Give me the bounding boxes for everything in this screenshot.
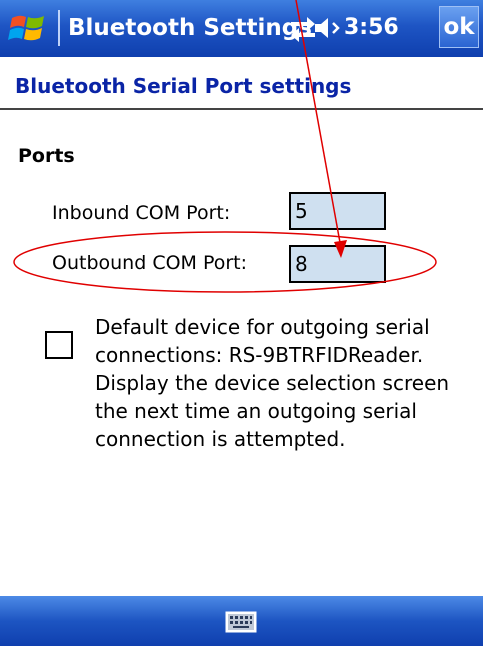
window-title: Bluetooth Settings xyxy=(68,15,312,41)
inbound-com-port-label: Inbound COM Port: xyxy=(52,202,231,224)
volume-icon[interactable] xyxy=(312,14,344,42)
default-device-description: Default device for outgoing serial conne… xyxy=(95,315,450,451)
ok-button[interactable]: ok xyxy=(439,6,479,48)
inbound-com-port-input[interactable]: 5 xyxy=(289,192,386,230)
heading-divider xyxy=(0,108,483,110)
outbound-com-port-input[interactable]: 8 xyxy=(289,245,386,283)
outbound-com-port-label: Outbound COM Port: xyxy=(52,252,248,274)
keyboard-icon[interactable] xyxy=(225,611,257,633)
title-bar: Bluetooth Settings 3:56 ok xyxy=(0,0,483,57)
title-separator xyxy=(58,10,60,46)
section-title-ports: Ports xyxy=(18,145,75,167)
windows-start-icon[interactable] xyxy=(8,8,48,48)
page-heading: Bluetooth Serial Port settings xyxy=(15,74,352,98)
default-device-checkbox[interactable] xyxy=(45,331,73,359)
clock-time[interactable]: 3:56 xyxy=(344,10,399,46)
